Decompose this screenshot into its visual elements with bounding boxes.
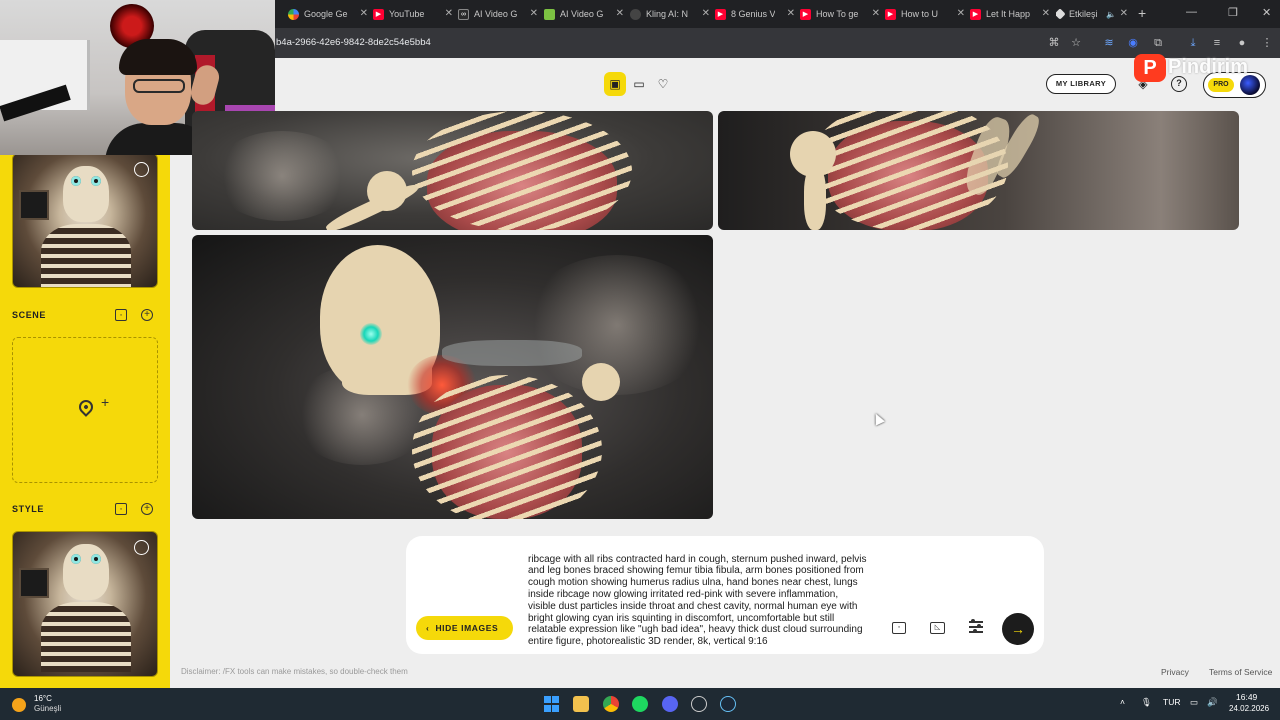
close-tab-icon[interactable]: ✕	[1120, 8, 1128, 19]
tab-8-genius[interactable]: ▶ 8 Genius V ✕	[715, 4, 795, 24]
generated-image[interactable]	[192, 235, 713, 519]
close-tab-icon[interactable]: ✕	[445, 8, 453, 19]
favorites-heart-icon[interactable]: ♡	[652, 72, 674, 96]
close-tab-icon[interactable]: ✕	[1042, 8, 1050, 19]
close-tab-icon[interactable]: ✕	[872, 8, 880, 19]
scene-label: SCENE	[12, 310, 47, 320]
infinity-icon: ∞	[458, 8, 469, 20]
video-view-icon[interactable]: ▭	[628, 72, 650, 96]
close-tab-icon[interactable]: ✕	[360, 8, 368, 19]
youtube-icon: ▶	[885, 8, 896, 20]
translate-icon[interactable]: ⌘	[1047, 36, 1061, 50]
youtube-icon: ▶	[970, 8, 981, 20]
close-tab-icon[interactable]: ✕	[787, 8, 795, 19]
restore-icon[interactable]: ❐	[1228, 6, 1238, 19]
tray-chevron-icon[interactable]: ˄	[1120, 697, 1125, 707]
clock-date[interactable]: 24.02.2026	[1229, 704, 1269, 713]
terms-link[interactable]: Terms of Service	[1209, 667, 1272, 677]
youtube-icon: ▶	[715, 8, 726, 20]
generated-image[interactable]	[192, 111, 713, 230]
language-indicator[interactable]: TUR	[1163, 697, 1180, 707]
volume-icon[interactable]: 🔊	[1207, 697, 1218, 708]
my-library-button[interactable]: MY LIBRARY	[1046, 74, 1116, 94]
location-pin-icon	[76, 397, 96, 417]
microphone-icon[interactable]: 🎙	[1141, 697, 1152, 708]
chrome-icon[interactable]	[603, 696, 619, 712]
media-control-icon[interactable]: ≡	[1210, 36, 1224, 50]
url-field[interactable]: b4a-2966-42e6-9842-8de2c54e5bb4	[276, 37, 431, 48]
close-tab-icon[interactable]: ✕	[957, 8, 965, 19]
ingredients-sidebar: SCENE ◦ + + STYLE ◦ +	[0, 153, 170, 688]
youtube-icon: ▶	[800, 8, 811, 20]
tab-youtube[interactable]: ▶ YouTube ✕	[373, 4, 453, 24]
privacy-link[interactable]: Privacy	[1161, 667, 1189, 677]
close-window-icon[interactable]: ✕	[1262, 6, 1271, 19]
discord-icon[interactable]	[662, 696, 678, 712]
style-image-thumbnail[interactable]	[12, 531, 158, 677]
plus-icon: +	[101, 394, 110, 410]
select-radio-icon[interactable]	[134, 162, 149, 177]
tab-how-to-get[interactable]: ▶ How To ge ✕	[800, 4, 880, 24]
close-tab-icon[interactable]: ✕	[702, 8, 710, 19]
aspect-icon[interactable]: ◦	[115, 309, 127, 321]
send-arrow-button[interactable]: →	[1002, 613, 1034, 645]
profile-avatar-icon[interactable]: ●	[1235, 36, 1249, 50]
settings-sliders-icon[interactable]	[969, 619, 983, 633]
minimize-icon[interactable]: —	[1186, 6, 1197, 18]
spotify-icon[interactable]	[632, 696, 648, 712]
glowing-eye	[360, 323, 382, 345]
view-switcher: ▣ ▭ ♡	[604, 72, 676, 96]
file-explorer-icon[interactable]	[573, 696, 589, 712]
close-tab-icon[interactable]: ✕	[530, 8, 538, 19]
speaker-icon[interactable]: 🔈	[1106, 10, 1116, 19]
youtube-icon: ▶	[373, 8, 384, 20]
clock-time[interactable]: 16:49	[1236, 692, 1257, 702]
network-icon[interactable]: ▭	[1190, 697, 1198, 708]
windows-taskbar: 16°C Güneşli ˄ 🎙 TUR ▭ 🔊 16:49 24.02.202…	[0, 688, 1280, 720]
prompt-textarea[interactable]: ribcage with all ribs contracted hard in…	[528, 542, 868, 648]
new-tab-icon[interactable]: +	[1138, 5, 1146, 21]
generated-image[interactable]	[718, 111, 1239, 230]
style-label: STYLE	[12, 504, 45, 514]
chevron-left-icon: ‹	[426, 623, 430, 633]
aspect-ratio-icon[interactable]: ◺	[930, 622, 945, 634]
green-app-icon	[544, 8, 555, 20]
subject-image-thumbnail[interactable]	[12, 153, 158, 288]
tab-ai-video-2[interactable]: AI Video G ✕	[544, 4, 624, 24]
windows-start-icon[interactable]	[544, 696, 560, 712]
google-gemini-icon	[288, 8, 299, 20]
tab-how-to-use[interactable]: ▶ How to U ✕	[885, 4, 965, 24]
sun-icon	[12, 698, 26, 712]
scene-drop-zone[interactable]: +	[12, 337, 158, 483]
download-icon[interactable]: ⤓	[1186, 36, 1200, 50]
extension-icon[interactable]: ◉	[1126, 36, 1140, 50]
tab-kling-ai[interactable]: Kling AI: N ✕	[630, 4, 710, 24]
mouse-cursor	[871, 411, 885, 426]
kling-icon	[630, 8, 641, 20]
pindirim-watermark: P Pindirim	[1134, 54, 1280, 82]
add-scene-icon[interactable]: +	[141, 309, 153, 321]
close-tab-icon[interactable]: ✕	[616, 8, 624, 19]
add-style-icon[interactable]: +	[141, 503, 153, 515]
frame-ratio-icon[interactable]: ◦	[892, 622, 906, 634]
aspect-icon[interactable]: ◦	[115, 503, 127, 515]
extension-icon[interactable]: ≋	[1102, 36, 1116, 50]
tab-let-it-happen[interactable]: ▶ Let It Happ ✕	[970, 4, 1050, 24]
more-menu-icon[interactable]: ⋮	[1260, 36, 1274, 50]
tab-ai-video-1[interactable]: ∞ AI Video G ✕	[458, 4, 538, 24]
hide-images-button[interactable]: ‹ HIDE IMAGES	[416, 616, 513, 640]
disclaimer-text: Disclaimer: /FX tools can make mistakes,…	[181, 667, 408, 676]
tab-google-gemini[interactable]: Google Ge ✕	[288, 4, 368, 24]
app-icon[interactable]	[691, 696, 707, 712]
puzzle-extensions-icon[interactable]: ⧉	[1151, 36, 1165, 50]
select-radio-icon[interactable]	[134, 540, 149, 555]
bookmark-star-icon[interactable]: ☆	[1069, 36, 1083, 50]
prompt-composer: ribcage with all ribs contracted hard in…	[406, 536, 1044, 654]
images-view-icon[interactable]: ▣	[604, 72, 626, 96]
steam-icon[interactable]	[720, 696, 736, 712]
tab-etkilesim[interactable]: Etkileşi 🔈 ✕	[1056, 4, 1128, 24]
diamond-icon	[1056, 8, 1066, 20]
